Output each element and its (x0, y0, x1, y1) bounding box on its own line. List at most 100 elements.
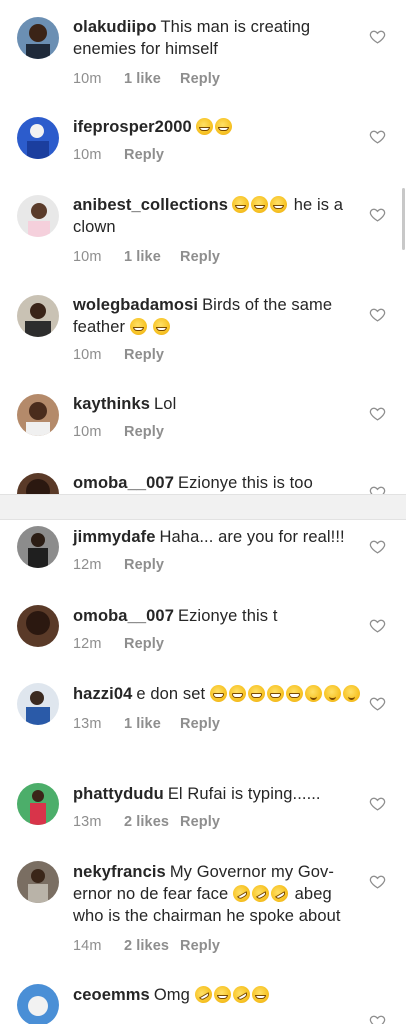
comment-username[interactable]: jimmydafe (73, 528, 156, 546)
heart-outline-icon[interactable] (369, 484, 386, 494)
tears-of-joy-emoji-icon (251, 986, 269, 1003)
grinning-emoji-icon (209, 685, 227, 702)
heart-outline-icon[interactable] (369, 405, 386, 422)
comment-text: e don set (136, 685, 206, 703)
comment-likes[interactable]: 1 like (124, 246, 180, 268)
rofl-emoji-icon (248, 881, 273, 906)
comment-time: 13m (73, 814, 102, 830)
comment-text: Ezionye this is too (177, 474, 313, 492)
comment-username[interactable]: hazzi04 (73, 685, 132, 703)
comment-text: Ezionye this t (177, 607, 278, 625)
winking-emoji-icon (304, 685, 322, 702)
reply-button[interactable]: Reply (180, 246, 220, 268)
comment-username[interactable]: nekyfrancis (73, 863, 166, 881)
comment-username[interactable]: anibest_collections (73, 196, 228, 214)
comment-time: 12m (73, 636, 102, 652)
comment-body: phattydudu El Rufai is typing...... 13m 2… (73, 783, 363, 833)
grinning-emoji-icon (247, 685, 265, 702)
heart-outline-icon[interactable] (369, 28, 386, 45)
reply-button[interactable]: Reply (124, 421, 164, 443)
avatar[interactable] (17, 195, 59, 237)
comment-text: Haha... are you for real!!! (159, 528, 345, 546)
rofl-emoji-icon (229, 881, 254, 906)
comment-username[interactable]: wolegbadamosi (73, 296, 198, 314)
avatar[interactable] (17, 861, 59, 903)
comment-body: jimmydafe Haha... are you for real!!! 12m… (73, 526, 363, 576)
comment-time: 10m (73, 347, 102, 363)
reply-button[interactable]: Reply (124, 144, 164, 166)
comment-username[interactable]: kaythinks (73, 395, 150, 413)
comment-body: hazzi04 e don set 13m 1 like Reply (73, 683, 363, 735)
heart-outline-icon[interactable] (369, 617, 386, 634)
screenshot-divider (0, 494, 406, 520)
reply-button[interactable]: Reply (180, 68, 220, 90)
comment-time: 10m (73, 424, 102, 440)
comment-body: wolegbadamosi Birds of the same feather 1… (73, 294, 363, 366)
comment-body: ceoemms Omg (73, 982, 363, 1007)
reply-button[interactable]: Reply (124, 554, 164, 576)
comment-time: 14m (73, 938, 102, 954)
comment-likes[interactable]: 2 likes (124, 935, 180, 957)
comment-text: Omg (153, 986, 190, 1004)
tears-of-joy-emoji-icon (214, 118, 232, 135)
reply-button[interactable]: Reply (124, 344, 164, 366)
tears-of-joy-emoji-icon (153, 318, 171, 335)
tears-of-joy-emoji-icon (270, 196, 288, 213)
comment-username[interactable]: omoba__007 (73, 474, 174, 492)
tears-of-joy-emoji-icon (213, 986, 231, 1003)
comment-body: omoba__007 Ezionye this t 12m Reply (73, 605, 363, 655)
comment-time: 10m (73, 249, 102, 265)
avatar[interactable] (17, 117, 59, 159)
tears-of-joy-emoji-icon (129, 318, 147, 335)
grinning-emoji-icon (228, 685, 246, 702)
comment-text: El Rufai is typing...... (167, 785, 321, 803)
avatar[interactable] (17, 394, 59, 436)
rofl-emoji-icon (267, 881, 292, 906)
comment-time: 10m (73, 71, 102, 87)
scrollbar[interactable] (402, 188, 405, 250)
reply-button[interactable]: Reply (180, 713, 220, 735)
reply-button[interactable]: Reply (180, 935, 220, 957)
heart-outline-icon[interactable] (369, 128, 386, 145)
comment-username[interactable]: phattydudu (73, 785, 164, 803)
comment-time: 13m (73, 716, 102, 732)
avatar[interactable] (17, 605, 59, 647)
comment-body: anibest_collections he is a clown 10m 1 … (73, 194, 363, 268)
comment-time: 12m (73, 557, 102, 573)
comment-likes[interactable]: 1 like (124, 713, 180, 735)
comments-list-bottom[interactable]: jimmydafe Haha... are you for real!!! 12m… (0, 520, 406, 1024)
comment-body: nekyfrancis My Governor my Gov-ernor no d… (73, 861, 363, 957)
grinning-emoji-icon (285, 685, 303, 702)
comment-username[interactable]: ceoemms (73, 986, 150, 1004)
comment-likes[interactable]: 1 like (124, 68, 180, 90)
heart-outline-icon[interactable] (369, 795, 386, 812)
avatar[interactable] (17, 17, 59, 59)
comment-username[interactable]: ifeprosper2000 (73, 118, 192, 136)
avatar[interactable] (17, 683, 59, 725)
comment-username[interactable]: olakudiipo (73, 18, 157, 36)
winking-emoji-icon (342, 685, 360, 702)
heart-outline-icon[interactable] (369, 306, 386, 323)
comment-time: 10m (73, 147, 102, 163)
avatar[interactable] (17, 783, 59, 825)
reply-button[interactable]: Reply (124, 633, 164, 655)
comment-body: omoba__007 Ezionye this is too (73, 472, 363, 494)
comment-username[interactable]: omoba__007 (73, 607, 174, 625)
heart-outline-icon[interactable] (369, 538, 386, 555)
tears-of-joy-emoji-icon (251, 196, 269, 213)
avatar[interactable] (17, 984, 59, 1024)
heart-outline-icon[interactable] (369, 873, 386, 890)
avatar[interactable] (17, 295, 59, 337)
comments-list-top[interactable]: olakudiipo This man is creating enemies f… (0, 0, 406, 494)
heart-outline-icon[interactable] (369, 1013, 386, 1024)
comment-likes[interactable]: 2 likes (124, 811, 180, 833)
avatar[interactable] (17, 473, 59, 494)
comment-body: olakudiipo This man is creating enemies f… (73, 16, 363, 90)
heart-outline-icon[interactable] (369, 695, 386, 712)
heart-outline-icon[interactable] (369, 206, 386, 223)
comment-text: Lol (154, 395, 177, 413)
rofl-emoji-icon (191, 982, 215, 1007)
reply-button[interactable]: Reply (180, 811, 220, 833)
avatar[interactable] (17, 526, 59, 568)
comment-body: ifeprosper2000 10m Reply (73, 116, 363, 166)
